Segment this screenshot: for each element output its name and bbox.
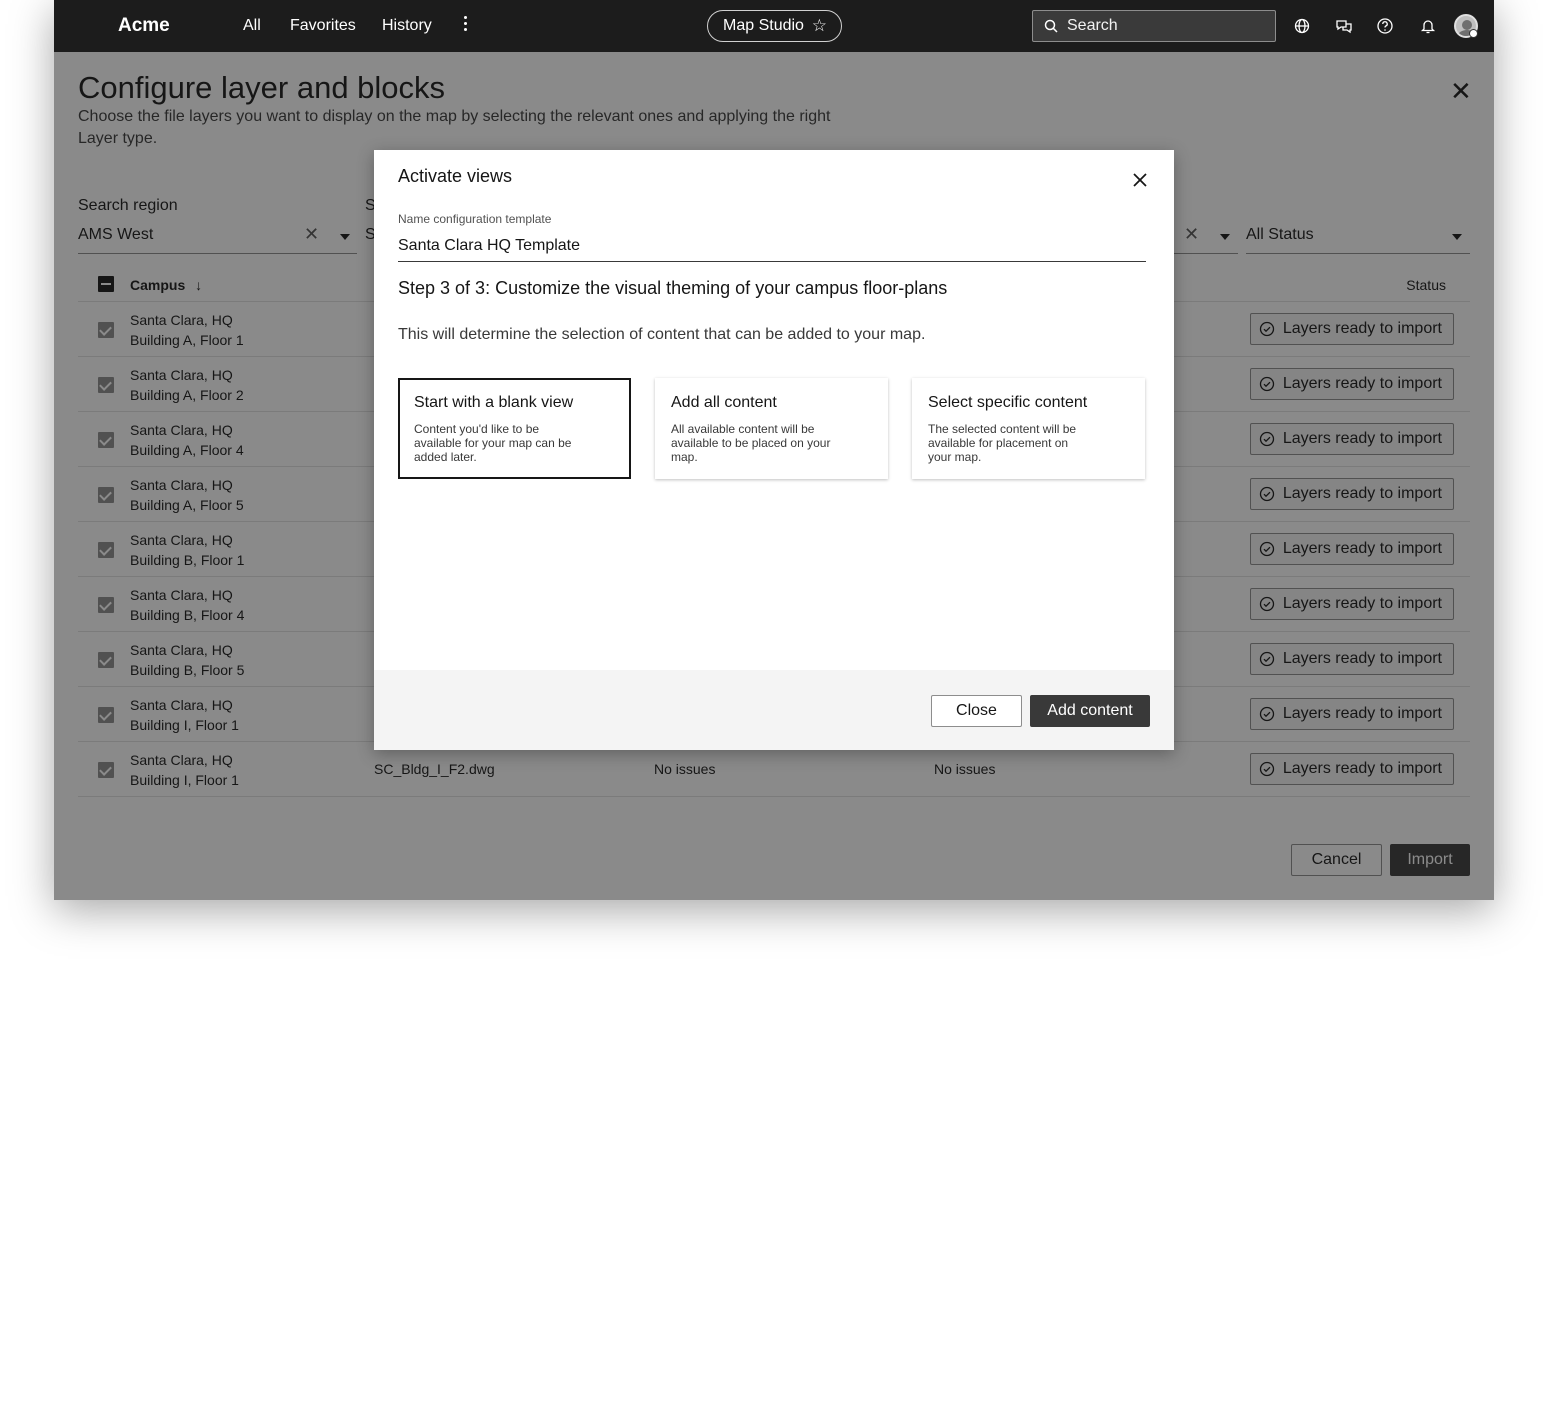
search-input[interactable] — [1067, 16, 1267, 36]
activate-views-modal: Activate views Name configuration templa… — [374, 150, 1174, 750]
add-content-button[interactable]: Add content — [1030, 695, 1150, 727]
nav-history[interactable]: History — [382, 17, 432, 35]
top-navigation-bar: Acme All Favorites History Map Studio ☆ — [54, 0, 1494, 52]
option-title: Select specific content — [928, 394, 1088, 411]
modal-title: Activate views — [398, 166, 513, 186]
template-name-input[interactable] — [398, 232, 1146, 260]
template-name-label: Name configuration template — [398, 212, 552, 226]
brand-logo[interactable]: Acme — [118, 15, 170, 37]
option-description: Content you'd like to be available for y… — [414, 422, 572, 464]
step-heading: Step 3 of 3: Customize the visual themin… — [398, 278, 948, 298]
option-card-blank-view[interactable]: Start with a blank view Content you'd li… — [398, 378, 631, 479]
help-icon[interactable] — [1375, 16, 1395, 36]
search-icon — [1044, 19, 1058, 33]
option-card-all-content[interactable]: Add all content All available content wi… — [655, 378, 888, 479]
globe-icon[interactable] — [1292, 16, 1312, 36]
option-card-specific-content[interactable]: Select specific content The selected con… — [912, 378, 1145, 479]
product-name: Map Studio — [723, 17, 804, 34]
close-button[interactable]: Close — [931, 695, 1022, 727]
nav-all[interactable]: All — [243, 17, 261, 35]
star-icon[interactable]: ☆ — [812, 16, 827, 36]
global-search[interactable] — [1032, 10, 1276, 42]
product-switcher[interactable]: Map Studio ☆ — [707, 10, 842, 42]
template-name-field[interactable] — [398, 232, 1146, 262]
option-title: Add all content — [671, 394, 777, 411]
overflow-menu-icon[interactable] — [464, 14, 468, 36]
nav-favorites[interactable]: Favorites — [290, 17, 356, 35]
status-indicator-icon — [1469, 29, 1478, 38]
close-icon[interactable] — [1130, 170, 1150, 190]
option-title: Start with a blank view — [414, 394, 574, 411]
notification-bell-icon[interactable] — [1418, 16, 1438, 36]
option-description: All available content will be available … — [671, 422, 831, 464]
option-description: The selected content will be available f… — [928, 422, 1077, 464]
modal-footer: Close Add content — [374, 670, 1174, 750]
app-window: Acme All Favorites History Map Studio ☆ … — [54, 0, 1494, 900]
step-description: This will determine the selection of con… — [398, 326, 926, 343]
chat-icon[interactable] — [1334, 16, 1354, 36]
